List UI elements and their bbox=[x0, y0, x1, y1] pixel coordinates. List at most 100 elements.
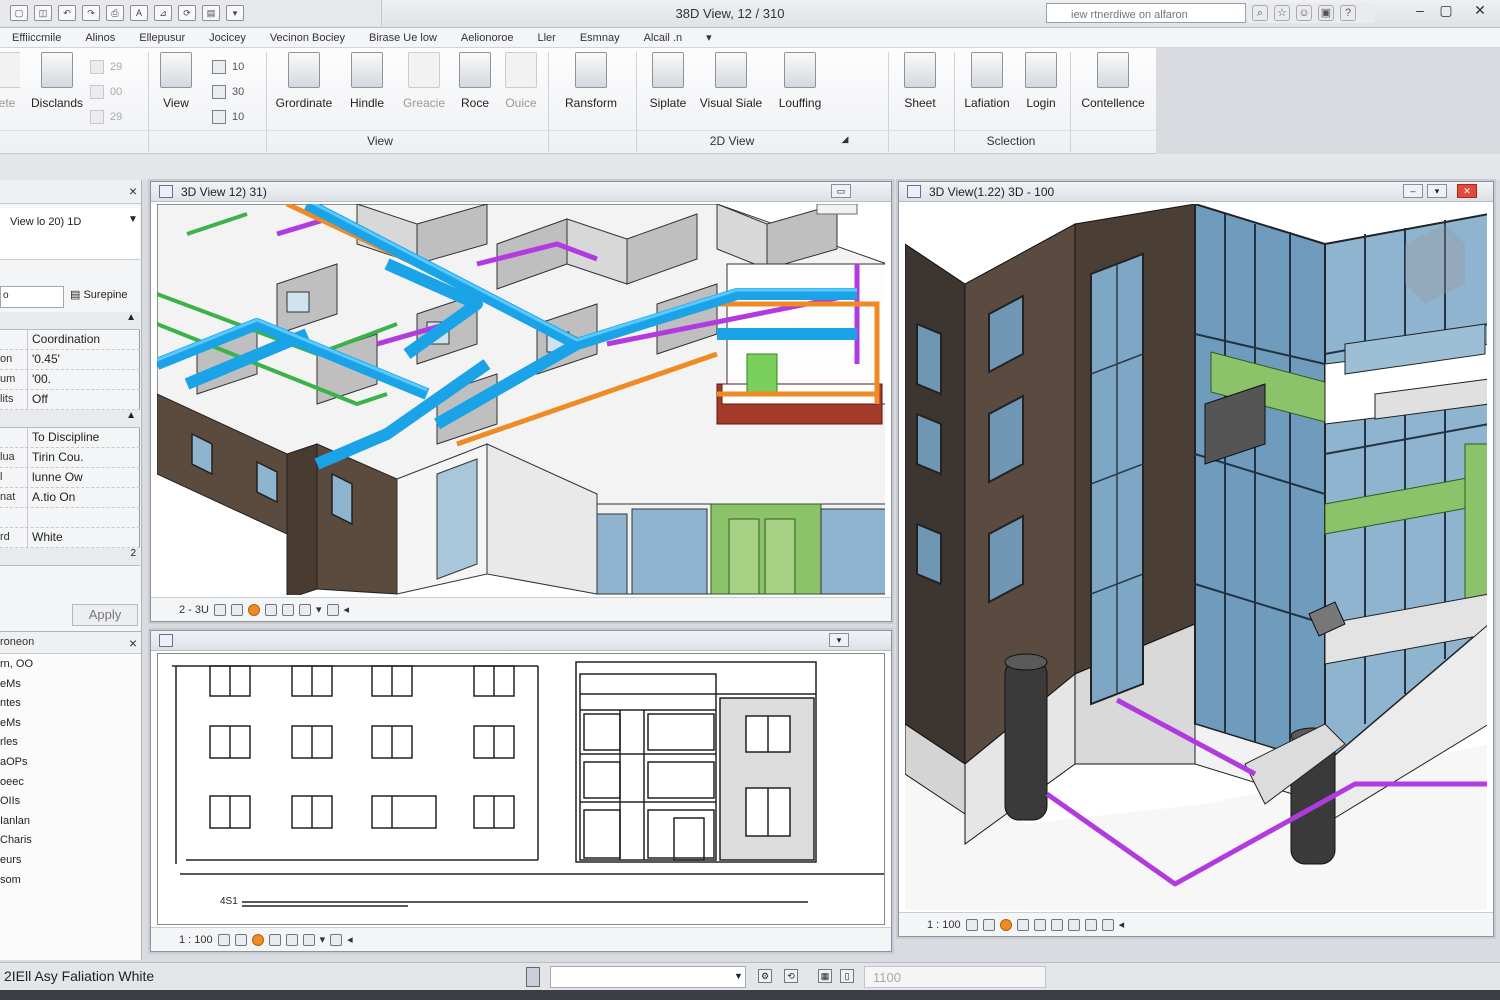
ribbon-stack-b-row[interactable]: 10 bbox=[212, 56, 260, 78]
browser-item[interactable]: ntes bbox=[0, 697, 141, 717]
filter-icon[interactable]: ▯ bbox=[840, 969, 854, 983]
crop-view-icon[interactable] bbox=[281, 603, 294, 616]
view-menu-button[interactable]: ▾ bbox=[1427, 184, 1447, 198]
ribbon-ete-button[interactable]: ete bbox=[0, 52, 20, 130]
ribbon-siplate-button[interactable]: Siplate bbox=[646, 52, 690, 130]
view-window-3d-mep[interactable]: 3D View 12) 31) ▭ 2 - 3U ▾ ◂ bbox=[150, 181, 892, 622]
text-icon[interactable]: A bbox=[130, 5, 148, 21]
browser-item[interactable]: OIIs bbox=[0, 795, 141, 815]
property-row[interactable]: To Discipline bbox=[0, 428, 140, 448]
property-row[interactable]: um '00. bbox=[0, 370, 140, 390]
reveal-hidden-icon[interactable] bbox=[330, 933, 343, 946]
browser-item[interactable]: oeec bbox=[0, 776, 141, 796]
temporary-hide-icon[interactable]: ▾ bbox=[316, 603, 322, 616]
minimize-button[interactable]: – bbox=[1406, 0, 1434, 22]
show-crop-icon[interactable] bbox=[1050, 918, 1063, 931]
tab-2[interactable]: Alinos bbox=[73, 32, 127, 44]
scroll-left-icon[interactable]: ◂ bbox=[347, 933, 353, 946]
properties-group-header[interactable]: ▲ bbox=[0, 410, 140, 428]
ribbon-login-button[interactable]: Login bbox=[1022, 52, 1060, 130]
shadows-icon[interactable] bbox=[264, 603, 277, 616]
browser-item[interactable]: eMs bbox=[0, 678, 141, 698]
browser-item[interactable]: Ianlan bbox=[0, 815, 141, 835]
view-canvas-3d-building[interactable] bbox=[905, 204, 1487, 910]
favorites-icon[interactable]: ☆ bbox=[1274, 5, 1290, 21]
restore-view-button[interactable]: ▭ bbox=[831, 184, 851, 198]
tab-6[interactable]: Birase Ue low bbox=[357, 32, 449, 44]
ribbon-stack-b-row[interactable]: 10 bbox=[212, 106, 260, 128]
scale-combo[interactable]: 1100 bbox=[864, 966, 1046, 988]
maximize-button[interactable]: ▢ bbox=[1432, 0, 1460, 22]
tab-10[interactable]: Alcail .n bbox=[632, 32, 695, 44]
close-icon[interactable]: × bbox=[129, 183, 137, 199]
analytical-model-icon[interactable] bbox=[1101, 918, 1114, 931]
reveal-hidden-icon[interactable] bbox=[1084, 918, 1097, 931]
workset-icon[interactable] bbox=[526, 967, 540, 987]
apply-button[interactable]: Apply bbox=[72, 604, 138, 626]
property-row[interactable]: rd White bbox=[0, 528, 140, 548]
sun-path-icon[interactable] bbox=[247, 603, 260, 616]
property-row[interactable] bbox=[0, 508, 140, 528]
view-scale-label[interactable]: 1 : 100 bbox=[179, 934, 213, 946]
sign-in-icon[interactable]: ☺ bbox=[1296, 5, 1312, 21]
property-row[interactable]: Coordination bbox=[0, 330, 140, 350]
open-icon[interactable]: ▢ bbox=[10, 5, 28, 21]
detail-level-icon[interactable] bbox=[965, 918, 978, 931]
property-row[interactable]: l lunne Ow bbox=[0, 468, 140, 488]
browser-item[interactable]: rles bbox=[0, 736, 141, 756]
ribbon-ouice-button[interactable]: Ouice bbox=[500, 52, 542, 130]
switch-windows-icon[interactable]: ▤ bbox=[202, 5, 220, 21]
shadows-icon[interactable] bbox=[1016, 918, 1029, 931]
edit-type-button[interactable]: ▤ Surepine bbox=[70, 288, 128, 301]
view-scale-label[interactable]: 1 : 100 bbox=[927, 919, 961, 931]
dropdown-icon[interactable]: ▾ bbox=[226, 5, 244, 21]
save-icon[interactable]: ◫ bbox=[34, 5, 52, 21]
ribbon-louffing-button[interactable]: Louffing bbox=[772, 52, 828, 130]
ribbon-visual-siale-button[interactable]: Visual Siale bbox=[698, 52, 764, 130]
detail-level-icon[interactable] bbox=[213, 603, 226, 616]
browser-item[interactable]: Charis bbox=[0, 834, 141, 854]
redo-icon[interactable]: ↷ bbox=[82, 5, 100, 21]
ribbon-roce-button[interactable]: Roce bbox=[456, 52, 494, 130]
view-window-elevation[interactable]: ▾ 4S1 1: 100 ▾ ◂ bbox=[150, 630, 892, 952]
undo-icon[interactable]: ↶ bbox=[58, 5, 76, 21]
workset-combo[interactable] bbox=[550, 966, 746, 988]
tab-1[interactable]: Effiiccmile bbox=[0, 32, 73, 44]
ribbon-stack-b-row[interactable]: 30 bbox=[212, 81, 260, 103]
ribbon-stack-a-row[interactable]: 29 bbox=[90, 56, 138, 78]
sun-path-icon[interactable] bbox=[999, 918, 1012, 931]
tab-dropdown-icon[interactable]: ▾ bbox=[694, 31, 724, 44]
sun-path-icon[interactable] bbox=[251, 933, 264, 946]
detail-level-icon[interactable] bbox=[217, 933, 230, 946]
tab-9[interactable]: Esmnay bbox=[568, 32, 632, 44]
visual-style-icon[interactable] bbox=[234, 933, 247, 946]
show-crop-icon[interactable] bbox=[298, 603, 311, 616]
temporary-hide-icon[interactable] bbox=[1067, 918, 1080, 931]
view-canvas-elevation[interactable]: 4S1 bbox=[157, 653, 885, 925]
view-window-3d-building[interactable]: 3D View(1.22) 3D - 100 – ▾ ✕ 1: 100 ◂ bbox=[898, 181, 1494, 937]
ribbon-ransform-button[interactable]: Ransform bbox=[560, 52, 622, 130]
sync-icon[interactable]: ⟳ bbox=[178, 5, 196, 21]
show-crop-icon[interactable] bbox=[302, 933, 315, 946]
view-scale-label[interactable]: 2 - 3U bbox=[179, 604, 209, 616]
search-input[interactable] bbox=[1046, 3, 1246, 23]
property-row[interactable]: nat A.tio On bbox=[0, 488, 140, 508]
chevron-down-icon[interactable]: ▼ bbox=[128, 214, 138, 225]
ribbon-lafiation-button[interactable]: Lafiation bbox=[960, 52, 1014, 130]
close-view-button[interactable]: ✕ bbox=[1457, 184, 1477, 198]
print-icon[interactable]: ⎙ bbox=[106, 5, 124, 21]
tab-5[interactable]: Vecinon Bociey bbox=[258, 32, 357, 44]
ribbon-stack-a-row[interactable]: 00 bbox=[90, 81, 138, 103]
ribbon-sheet-button[interactable]: Sheet bbox=[900, 52, 940, 130]
measure-icon[interactable]: ⊿ bbox=[154, 5, 172, 21]
scroll-left-icon[interactable]: ◂ bbox=[1119, 918, 1125, 931]
close-button[interactable]: ✕ bbox=[1462, 0, 1498, 22]
browser-item[interactable]: eMs bbox=[0, 717, 141, 737]
browser-item[interactable]: som bbox=[0, 874, 141, 894]
ribbon-contellence-button[interactable]: Contellence bbox=[1078, 52, 1148, 130]
ribbon-hindle-button[interactable]: Hindle bbox=[344, 52, 390, 130]
minimize-view-button[interactable]: – bbox=[1403, 184, 1423, 198]
view-canvas-3d-mep[interactable] bbox=[157, 204, 885, 595]
browser-item[interactable]: rn, OO bbox=[0, 658, 141, 678]
app-icon[interactable]: ▣ bbox=[1318, 5, 1334, 21]
